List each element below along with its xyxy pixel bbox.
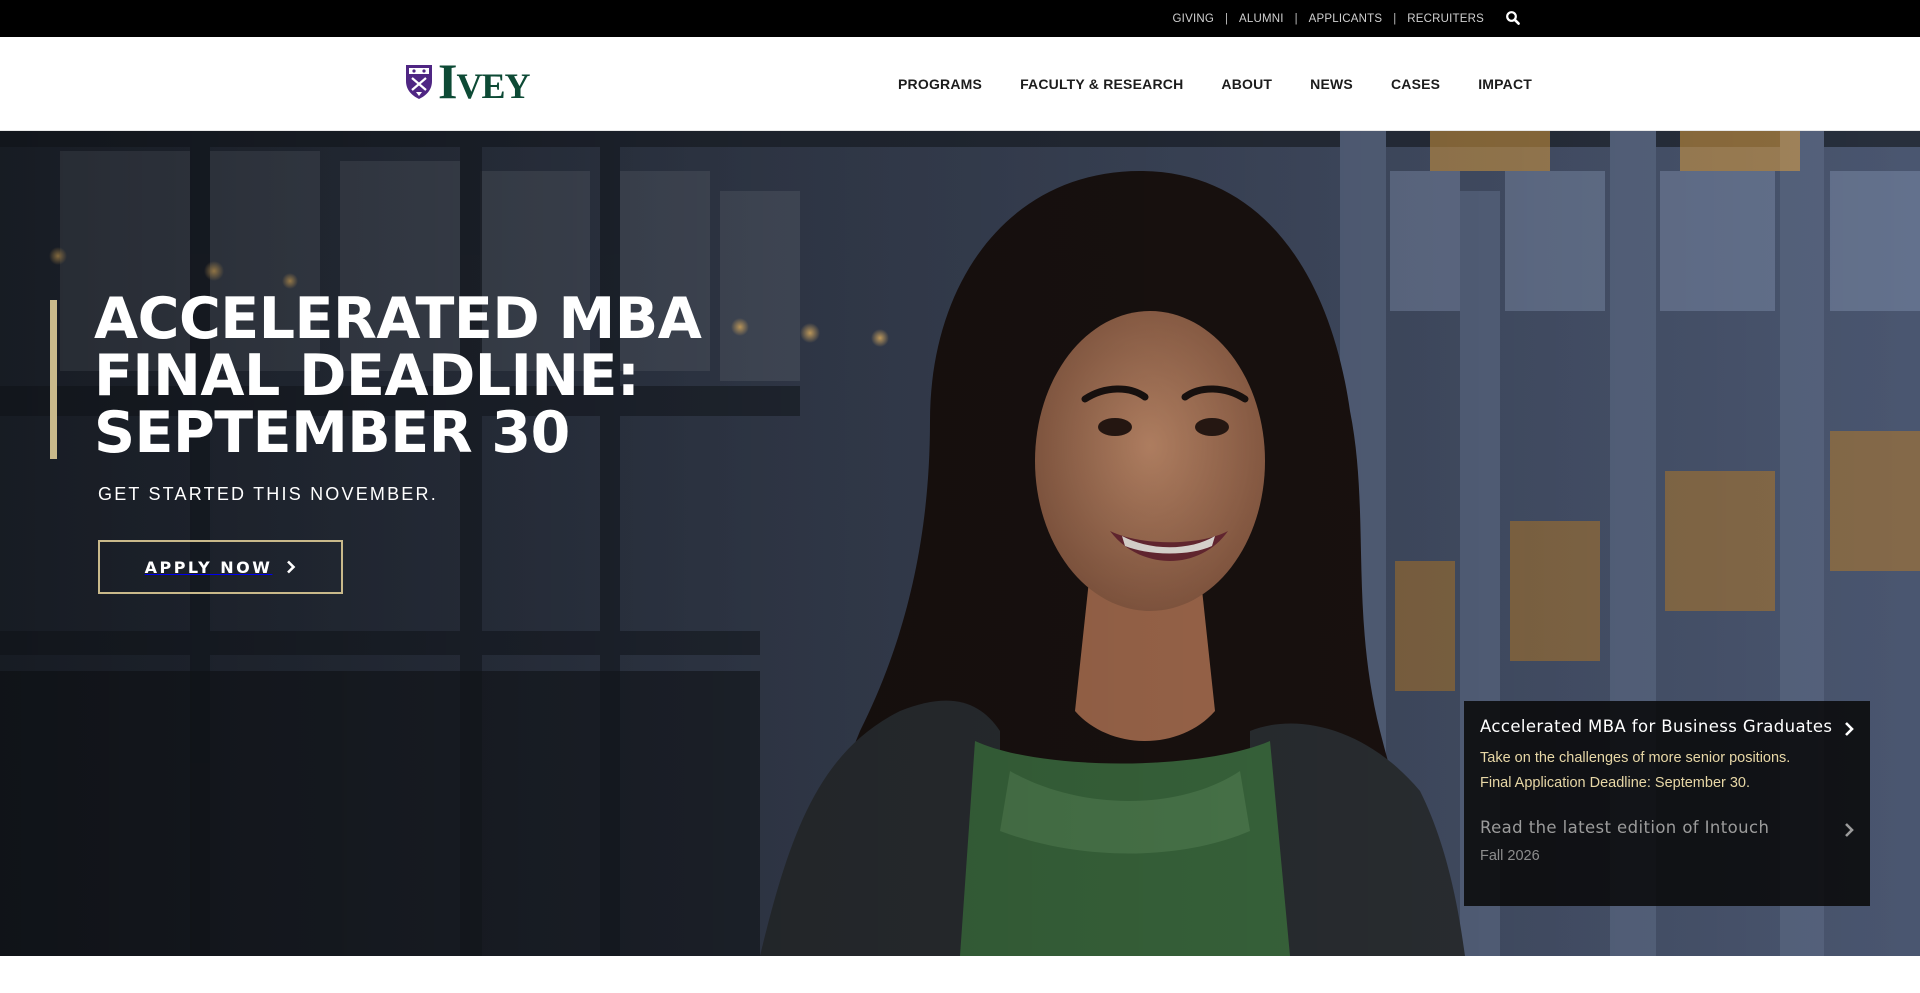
utility-links: GIVING | ALUMNI | APPLICANTS | RECRUITER… xyxy=(1173,0,1484,37)
utility-link-applicants[interactable]: APPLICANTS xyxy=(1309,13,1383,25)
chevron-right-icon xyxy=(1845,823,1854,837)
featured-panel: Accelerated MBA for Business Graduates T… xyxy=(1464,701,1870,906)
utility-separator: | xyxy=(1225,12,1228,25)
crest-icon xyxy=(406,65,432,99)
featured-item-title: Accelerated MBA for Business Graduates xyxy=(1480,717,1833,736)
featured-item-desc-line: Take on the challenges of more senior po… xyxy=(1480,750,1791,766)
nav-about[interactable]: ABOUT xyxy=(1221,76,1272,92)
apply-now-label: APPLY NOW xyxy=(144,557,273,577)
nav-cases[interactable]: CASES xyxy=(1391,76,1440,92)
headline-line: ACCELERATED MBA xyxy=(94,286,702,352)
featured-item-desc-line: Final Application Deadline: September 30… xyxy=(1480,775,1751,791)
chevron-right-icon xyxy=(287,560,296,574)
nav-faculty-research[interactable]: FACULTY & RESEARCH xyxy=(1020,76,1183,92)
nav-programs[interactable]: PROGRAMS xyxy=(898,76,982,92)
nav-news[interactable]: NEWS xyxy=(1310,76,1353,92)
hero-banner: ACCELERATED MBA FINAL DEADLINE: SEPTEMBE… xyxy=(0,131,1920,956)
utility-bar: GIVING | ALUMNI | APPLICANTS | RECRUITER… xyxy=(0,0,1920,37)
nav-impact[interactable]: IMPACT xyxy=(1478,76,1532,92)
chevron-right-icon xyxy=(1845,722,1854,736)
featured-item-title: Read the latest edition of Intouch xyxy=(1480,818,1770,837)
featured-item-desc: Take on the challenges of more senior po… xyxy=(1480,746,1854,796)
featured-item-desc: Fall 2026 xyxy=(1480,848,1540,864)
utility-separator: | xyxy=(1393,12,1397,25)
hero-content: ACCELERATED MBA FINAL DEADLINE: SEPTEMBE… xyxy=(0,131,800,956)
utility-link-recruiters[interactable]: RECRUITERS xyxy=(1407,13,1484,25)
search-icon[interactable] xyxy=(1505,10,1521,26)
headline-line: SEPTEMBER 30 xyxy=(94,400,570,466)
featured-item-intouch[interactable]: Read the latest edition of Intouch Fall … xyxy=(1480,818,1854,869)
main-nav: PROGRAMS FACULTY & RESEARCH ABOUT NEWS C… xyxy=(898,37,1570,131)
hero-headline: ACCELERATED MBA FINAL DEADLINE: SEPTEMBE… xyxy=(94,291,814,462)
headline-line: FINAL DEADLINE: xyxy=(94,343,640,409)
logo-text: IVEY xyxy=(438,53,530,109)
utility-separator: | xyxy=(1294,12,1298,25)
hero-subhead: GET STARTED THIS NOVEMBER. xyxy=(98,484,438,504)
featured-item-accelerated-mba[interactable]: Accelerated MBA for Business Graduates T… xyxy=(1480,717,1854,796)
accent-bar xyxy=(50,300,57,459)
utility-link-giving[interactable]: GIVING xyxy=(1173,13,1214,25)
ivey-logo[interactable]: IVEY xyxy=(404,53,530,109)
utility-link-alumni[interactable]: ALUMNI xyxy=(1239,13,1284,25)
apply-now-button[interactable]: APPLY NOW xyxy=(98,540,343,594)
main-header: IVEY PROGRAMS FACULTY & RESEARCH ABOUT N… xyxy=(0,37,1920,131)
